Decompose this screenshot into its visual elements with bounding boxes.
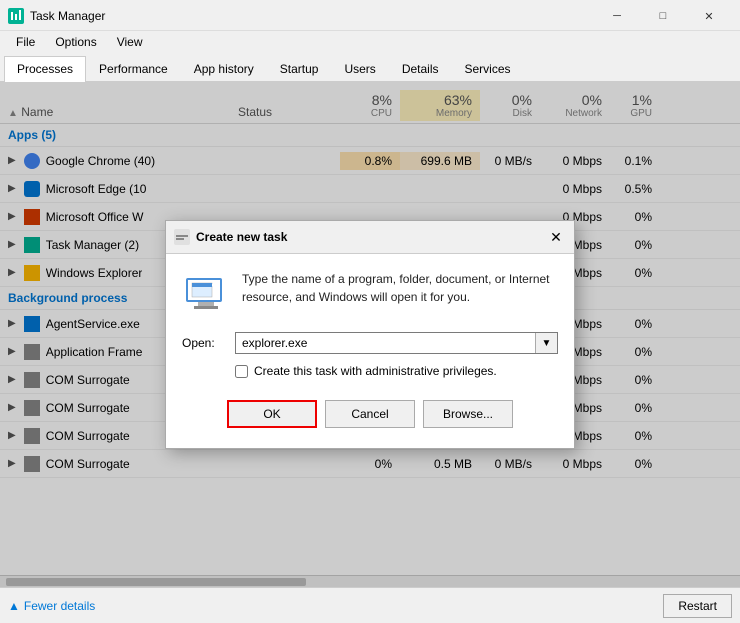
dialog-input-combo: ▼	[235, 332, 558, 354]
dialog-title-text: Create new task	[196, 230, 287, 244]
browse-button[interactable]: Browse...	[423, 400, 513, 428]
tab-processes[interactable]: Processes	[4, 56, 86, 82]
fewer-details-button[interactable]: ▲ Fewer details	[8, 599, 95, 613]
title-bar: Task Manager ─ □ ✕	[0, 0, 740, 31]
fewer-details-label: Fewer details	[24, 599, 95, 613]
menu-options[interactable]: Options	[47, 33, 104, 51]
tab-startup[interactable]: Startup	[267, 56, 332, 81]
dialog-main-icon	[182, 270, 230, 318]
dialog-icon-small	[174, 229, 190, 245]
dialog-dropdown-button[interactable]: ▼	[535, 333, 557, 353]
dialog-checkbox-row: Create this task with administrative pri…	[182, 364, 558, 378]
restart-button[interactable]: Restart	[663, 594, 732, 618]
cancel-button[interactable]: Cancel	[325, 400, 415, 428]
dialog-body: Type the name of a program, folder, docu…	[166, 254, 574, 448]
dialog-close-button[interactable]: ✕	[546, 227, 566, 247]
admin-privileges-label: Create this task with administrative pri…	[254, 364, 497, 378]
dialog-open-label: Open:	[182, 336, 227, 350]
modal-overlay: Create new task ✕	[0, 82, 740, 587]
maximize-button[interactable]: □	[640, 6, 686, 26]
main-content: ▲ Name Status 8% CPU 63% Memory 0% Disk …	[0, 82, 740, 587]
ok-button[interactable]: OK	[227, 400, 317, 428]
window-controls: ─ □ ✕	[594, 6, 732, 26]
tab-users[interactable]: Users	[331, 56, 388, 81]
minimize-button[interactable]: ─	[594, 6, 640, 26]
chevron-up-icon: ▲	[8, 599, 20, 613]
close-button[interactable]: ✕	[686, 6, 732, 26]
dialog-icon-area	[182, 270, 230, 318]
app-icon	[8, 8, 24, 24]
window-title: Task Manager	[30, 9, 105, 23]
bottom-bar: ▲ Fewer details Restart	[0, 587, 740, 623]
menu-view[interactable]: View	[109, 33, 151, 51]
dialog-title-bar: Create new task ✕	[166, 221, 574, 254]
tab-services[interactable]: Services	[452, 56, 524, 81]
tab-details[interactable]: Details	[389, 56, 452, 81]
dialog-open-row: Open: ▼	[182, 332, 558, 354]
tab-app-history[interactable]: App history	[181, 56, 267, 81]
dialog-buttons: OK Cancel Browse...	[182, 394, 558, 438]
create-task-dialog: Create new task ✕	[165, 220, 575, 449]
menu-file[interactable]: File	[8, 33, 43, 51]
dialog-description: Type the name of a program, folder, docu…	[242, 270, 558, 318]
menu-bar: File Options View	[0, 31, 740, 53]
dialog-input-field[interactable]	[236, 333, 535, 353]
tab-performance[interactable]: Performance	[86, 56, 181, 81]
tab-bar: Processes Performance App history Startu…	[0, 53, 740, 82]
admin-privileges-checkbox[interactable]	[235, 365, 248, 378]
